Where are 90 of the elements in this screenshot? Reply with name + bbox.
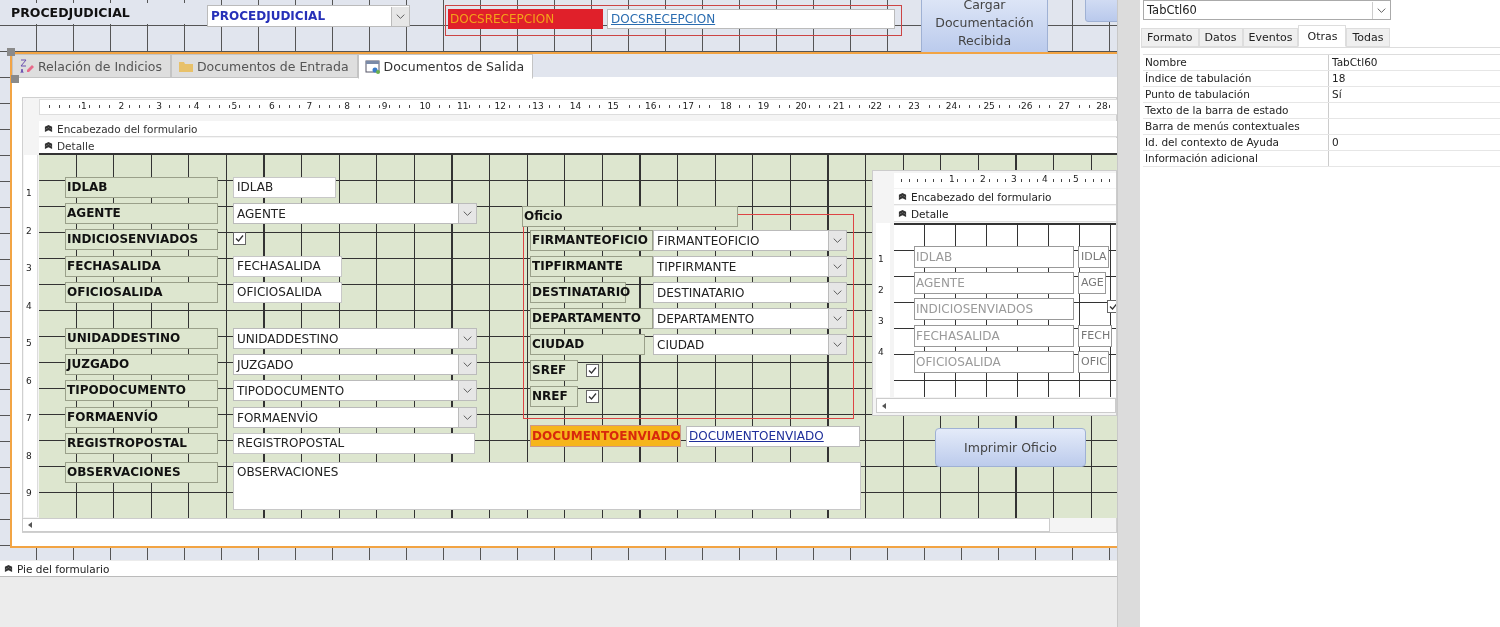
- property-name: Información adicional: [1143, 151, 1329, 166]
- field-label: OFICIOSALIDA: [65, 282, 218, 303]
- property-value[interactable]: TabCtl60: [1329, 55, 1500, 70]
- sort-icon: [19, 58, 35, 74]
- text-box[interactable]: OFIC: [1078, 351, 1109, 373]
- combo-box[interactable]: TIPFIRMANTE: [653, 256, 847, 277]
- combo-box[interactable]: FIRMANTEOFICIO: [653, 230, 847, 251]
- field-label: FECHASALIDA: [914, 325, 1074, 347]
- combo-box[interactable]: UNIDADDESTINO: [233, 328, 477, 349]
- subform-control[interactable]: 1 2 3 4 5 Encabezado del formulario Detalle 1 2 3 4 IDLAB IDLA AGENTE AGE INDICIOSENVIADOS FECHASALIDA FECH OFICIOSALIDA OFIC: [872, 170, 1117, 416]
- text-box[interactable]: AGE: [1078, 272, 1106, 294]
- horizontal-ruler: 1 2 3 4 5: [894, 173, 1116, 188]
- field-label: AGENTE: [914, 272, 1074, 294]
- field-label: IDLAB: [65, 177, 218, 198]
- vertical-ruler: 1 2 3 4: [876, 223, 890, 397]
- scroll-left-icon[interactable]: [880, 401, 888, 410]
- property-value[interactable]: Sí: [1329, 87, 1500, 102]
- combo-box[interactable]: DEPARTAMENTO: [653, 308, 847, 329]
- field-label: INDICIOSENVIADOS: [65, 229, 218, 250]
- combo-box[interactable]: CIUDAD: [653, 334, 847, 355]
- property-name: Índice de tabulación: [1143, 71, 1329, 86]
- text-box[interactable]: IDLA: [1078, 246, 1109, 268]
- field-label: IDLAB: [914, 246, 1074, 268]
- combo-box[interactable]: AGENTE: [233, 203, 477, 224]
- field-label: CIUDAD: [530, 334, 645, 355]
- horizontal-scrollbar[interactable]: [876, 398, 1116, 413]
- combo-box[interactable]: TIPODOCUMENTO: [233, 380, 477, 401]
- horizontal-scrollbar[interactable]: [22, 518, 1050, 532]
- field-label: TIPFIRMANTE: [530, 256, 653, 277]
- field-label: FORMAENVÍO: [65, 407, 218, 428]
- property-name: Nombre: [1143, 55, 1329, 70]
- form-icon: [364, 58, 381, 75]
- field-label: SREF: [530, 360, 578, 381]
- tab[interactable]: Relación de Indicios: [12, 54, 171, 78]
- vertical-scrollbar[interactable]: [1117, 0, 1140, 627]
- checkbox[interactable]: [586, 364, 599, 377]
- tab[interactable]: Otras: [1298, 25, 1347, 47]
- section-bar[interactable]: Encabezado del formulario: [39, 121, 1117, 137]
- section-bar[interactable]: Encabezado del formulario: [894, 189, 1116, 205]
- tab[interactable]: Formato: [1141, 28, 1199, 47]
- property-name: Punto de tabulación: [1143, 87, 1329, 102]
- group-title: Oficio: [522, 206, 738, 227]
- selection-handle[interactable]: [11, 75, 19, 83]
- print-button[interactable]: Imprimir Oficio: [935, 428, 1086, 467]
- scroll-left-icon[interactable]: [26, 521, 34, 529]
- tab[interactable]: Documentos de Salida: [357, 54, 534, 79]
- field-label: DEPARTAMENTO: [530, 308, 653, 329]
- horizontal-ruler: 1 2 3 4 5 6 7 8 9 10 11 12 13 14 15 16 17 18 19 20 21 22 23 24 25 26 27 28: [39, 99, 1117, 115]
- field-label: INDICIOSENVIADOS: [914, 298, 1074, 320]
- text-box[interactable]: OBSERVACIONES: [233, 462, 861, 510]
- text-box[interactable]: OFICIOSALIDA: [233, 282, 342, 303]
- object-selector[interactable]: TabCtl60: [1143, 0, 1391, 20]
- property-value[interactable]: 18: [1329, 71, 1500, 86]
- combo-box[interactable]: FORMAENVÍO: [233, 407, 477, 428]
- tab[interactable]: Eventos: [1242, 28, 1299, 47]
- tab[interactable]: Todas: [1346, 28, 1390, 47]
- combo-box[interactable]: PROCEDJUDICIAL: [207, 5, 410, 27]
- section-bar[interactable]: Pie del formulario: [0, 561, 1117, 577]
- field-label: FIRMANTEOFICIO: [530, 230, 653, 251]
- checkbox[interactable]: [233, 232, 246, 245]
- text-box[interactable]: REGISTROPOSTAL: [233, 433, 475, 454]
- hyperlink-field[interactable]: DOCSRECEPCION: [607, 9, 895, 29]
- text-box[interactable]: FECHASALIDA: [233, 256, 342, 277]
- combo-box[interactable]: DESTINATARIO: [653, 282, 847, 303]
- selection-handle[interactable]: [7, 48, 15, 56]
- field-label: DOCSRECEPCION: [448, 9, 603, 29]
- property-name: Id. del contexto de Ayuda: [1143, 135, 1329, 150]
- vertical-ruler: 1 2 3 4 5 6 7 8 9: [24, 155, 38, 517]
- field-label: DOCUMENTOENVIADO: [530, 425, 681, 447]
- field-label: OBSERVACIONES: [65, 462, 218, 483]
- tab[interactable]: Documentos de Entrada: [170, 54, 358, 78]
- section-bar[interactable]: Detalle: [39, 138, 1117, 154]
- tab[interactable]: Datos: [1198, 28, 1243, 47]
- field-label: AGENTE: [65, 203, 218, 224]
- property-name: Barra de menús contextuales: [1143, 119, 1329, 134]
- combo-box[interactable]: JUZGADO: [233, 354, 477, 375]
- text-box[interactable]: IDLAB: [233, 177, 336, 198]
- field-label: OFICIOSALIDA: [914, 351, 1074, 373]
- field-label: FECHASALIDA: [65, 256, 218, 277]
- field-label: UNIDADDESTINO: [65, 328, 218, 349]
- hyperlink-field[interactable]: DOCUMENTOENVIADO: [686, 426, 860, 447]
- property-value[interactable]: 0: [1329, 135, 1500, 150]
- field-label: NREF: [530, 386, 578, 407]
- field-label: JUZGADO: [65, 354, 218, 375]
- section-bar[interactable]: Detalle: [894, 206, 1116, 222]
- text-box[interactable]: FECH: [1078, 325, 1113, 347]
- checkbox[interactable]: [586, 390, 599, 403]
- field-label: REGISTROPOSTAL: [65, 433, 218, 454]
- property-name: Texto de la barra de estado: [1143, 103, 1329, 118]
- field-label: TIPODOCUMENTO: [65, 380, 218, 401]
